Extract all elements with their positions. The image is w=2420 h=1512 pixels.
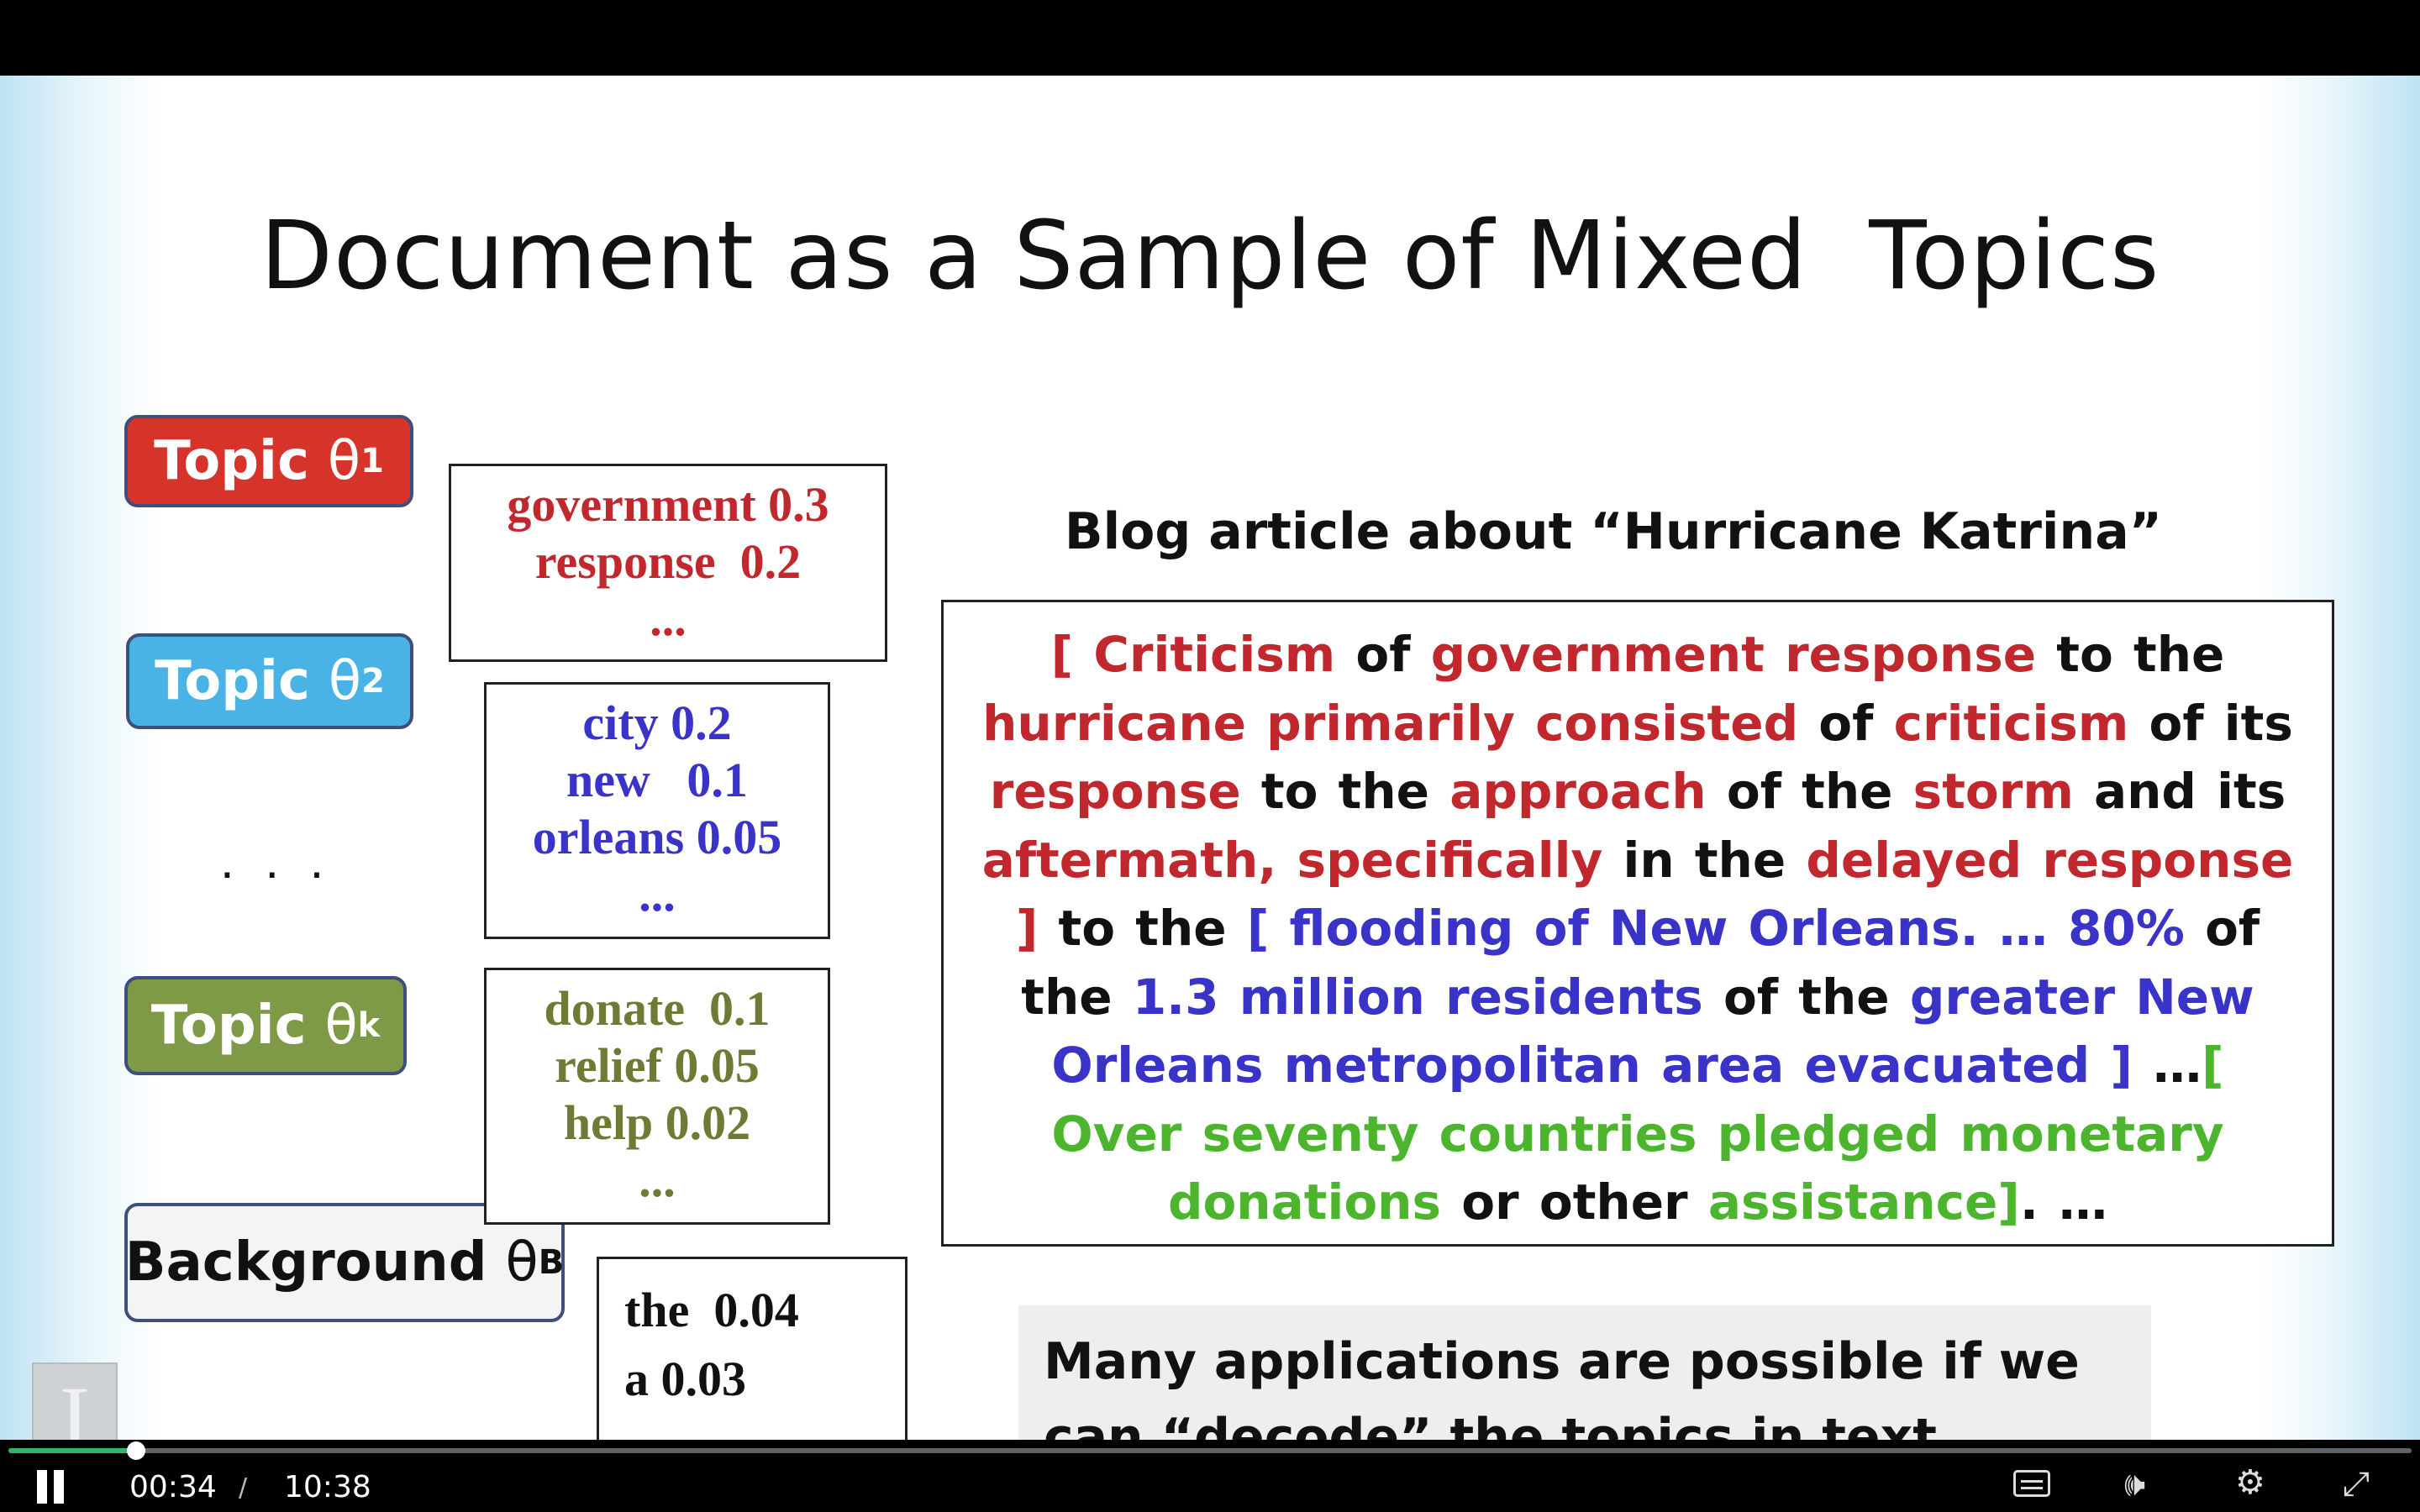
progress-handle[interactable]: [127, 1441, 146, 1460]
theta-symbol: θ: [328, 650, 362, 712]
word-prob: donate 0.1: [544, 981, 771, 1036]
slide: Document as a Sample of Mixed Topics ⇱ T…: [0, 76, 2420, 1440]
article-segment-black: or other: [1461, 1173, 1708, 1231]
word-prob: response 0.2: [534, 534, 802, 589]
article-segment-red: government response: [1430, 626, 2057, 683]
background-word-distribution: the 0.04 a 0.03 ...: [597, 1257, 908, 1440]
pause-icon[interactable]: [34, 1470, 69, 1504]
word-prob: ...: [639, 867, 676, 921]
article-segment-black: to the: [2056, 626, 2225, 683]
article-segment-red: criticism: [1893, 694, 2149, 752]
article-segment-black: of: [1355, 626, 1431, 683]
topic-1-word-distribution: government 0.3 response 0.2 ...: [449, 464, 887, 662]
article-segment-black: of: [1818, 694, 1894, 752]
progress-bar[interactable]: [8, 1441, 2412, 1460]
article-segment-black: in the: [1623, 831, 1807, 889]
video-player-controls: 00:34 / 10:38 🕪 ⚙ ⤢: [0, 1440, 2420, 1512]
slide-title: Document as a Sample of Mixed Topics: [260, 202, 2160, 311]
background-topic-text: Background: [124, 1231, 487, 1294]
article-segment-red: hurricane primarily consisted: [982, 694, 1819, 752]
word-prob: the 0.04: [624, 1283, 799, 1337]
theta-symbol: θ: [324, 995, 358, 1057]
word-prob: help 0.02: [563, 1095, 751, 1150]
topic-2-label: Topic θ2: [126, 633, 413, 729]
article-segment-blue: [ flooding of New Orleans. … 80%: [1246, 900, 2206, 957]
word-prob: government 0.3: [507, 477, 829, 532]
article-segment-black: of the: [1723, 968, 1910, 1026]
topic-k-label: Topic θk: [124, 976, 407, 1075]
blog-article-text: [ Criticism of government response to th…: [941, 600, 2334, 1247]
article-segment-red: [ Criticism: [1050, 626, 1356, 683]
word-prob: ...: [639, 1152, 676, 1207]
article-segment-black: to the: [1260, 763, 1450, 820]
article-segment-blue: 1.3 million residents: [1132, 968, 1723, 1026]
topic-1-text: Topic: [154, 430, 309, 492]
top-letterbox: [0, 0, 2420, 76]
settings-icon[interactable]: ⚙: [2235, 1463, 2265, 1502]
blog-article-title: Blog article about “Hurricane Katrina”: [1064, 502, 2163, 561]
word-prob: city 0.2: [582, 696, 732, 750]
progress-played: [8, 1448, 137, 1453]
topic-2-text: Topic: [155, 650, 310, 712]
word-prob: new 0.1: [566, 753, 748, 807]
topic-k-subscript: k: [357, 1006, 381, 1045]
watermark-logo: I: [32, 1362, 118, 1440]
exit-fullscreen-icon[interactable]: ⤢: [2343, 1465, 2370, 1504]
topic-1-label: Topic θ1: [124, 415, 413, 507]
article-segment-red: response: [989, 763, 1261, 820]
topic-2-subscript: 2: [361, 662, 385, 701]
time-separator: /: [239, 1473, 248, 1503]
captions-icon[interactable]: [2013, 1470, 2050, 1497]
word-prob: orleans 0.05: [532, 810, 782, 864]
article-segment-red: approach: [1449, 763, 1727, 820]
word-prob: ...: [650, 591, 687, 646]
article-segment-black: …: [2132, 1037, 2202, 1094]
theta-symbol: θ: [327, 430, 361, 492]
duration: 10:38: [284, 1470, 371, 1504]
topic-1-subscript: 1: [360, 442, 384, 480]
theta-symbol: θ: [505, 1231, 539, 1294]
article-segment-black: . …: [2019, 1173, 2108, 1231]
topic-k-text: Topic: [150, 995, 307, 1057]
article-segment-black: of the: [1726, 763, 1913, 820]
article-segment-green: assistance]: [1707, 1173, 2020, 1231]
word-prob: relief 0.05: [555, 1038, 760, 1093]
word-prob: a 0.03: [624, 1352, 746, 1406]
article-segment-red: storm: [1912, 763, 2094, 820]
article-segment-black: of its: [2149, 694, 2293, 752]
article-segment-black: and its: [2094, 763, 2286, 820]
topic-2-word-distribution: city 0.2 new 0.1 orleans 0.05 ...: [484, 682, 830, 939]
current-time: 00:34: [129, 1470, 217, 1504]
topics-ellipsis: . . .: [220, 832, 333, 889]
topic-k-word-distribution: donate 0.1 relief 0.05 help 0.02 ...: [484, 968, 830, 1225]
article-segment-black: to the: [1038, 900, 1247, 957]
word-prob: ...: [624, 1414, 905, 1440]
volume-icon[interactable]: 🕪: [2124, 1465, 2145, 1504]
applications-note: Many applications are possible if we can…: [1018, 1305, 2151, 1440]
background-topic-subscript: B: [538, 1243, 565, 1282]
article-segment-red: aftermath, specifically: [981, 831, 1623, 889]
